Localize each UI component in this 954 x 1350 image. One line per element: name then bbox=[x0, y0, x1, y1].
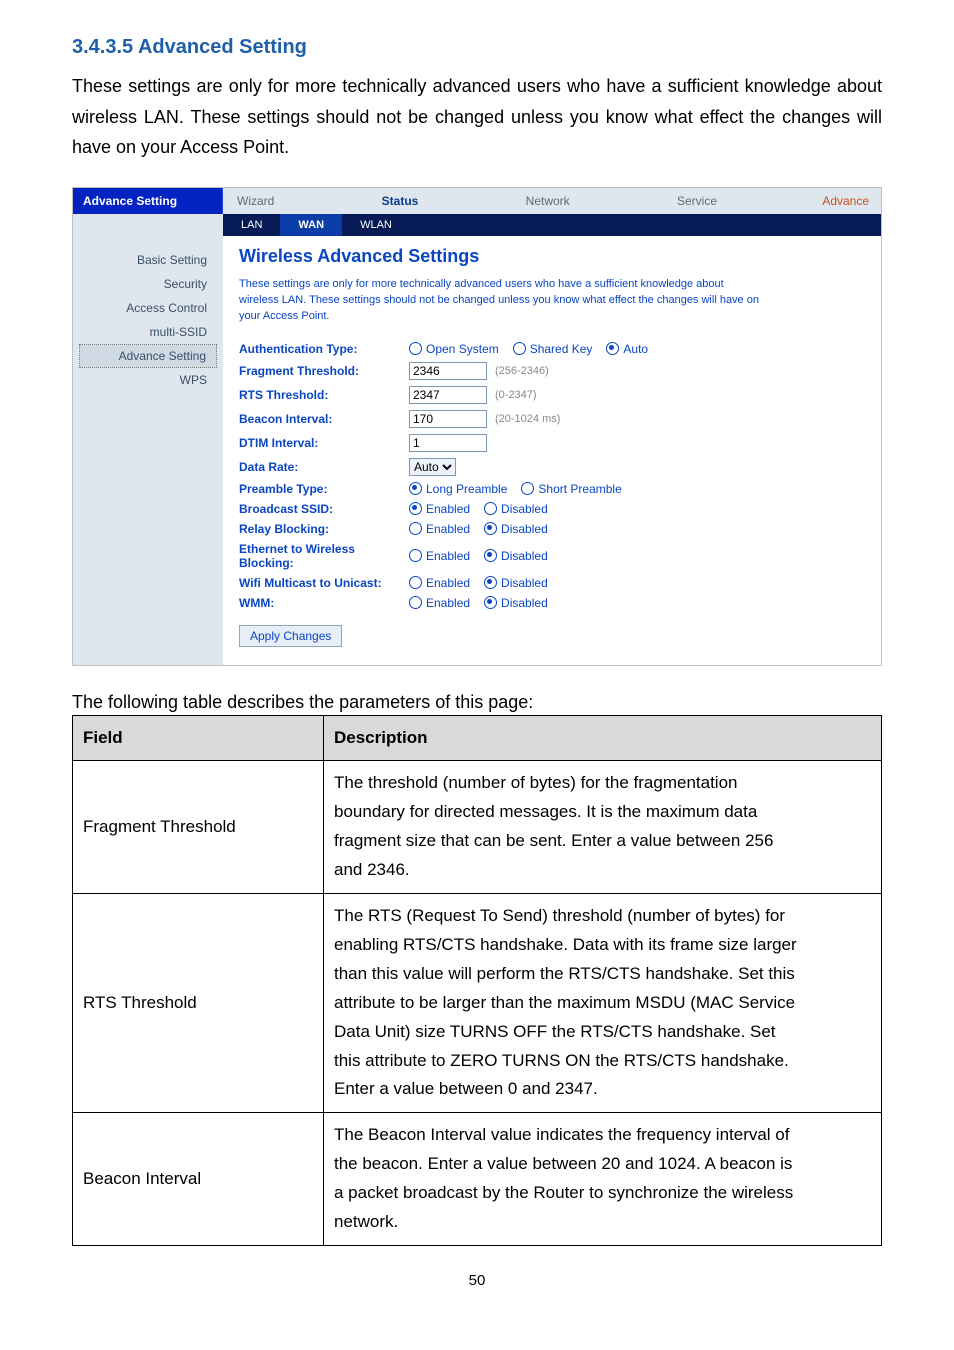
th-field: Field bbox=[73, 715, 324, 761]
sidebar-item-multissid[interactable]: multi-SSID bbox=[73, 320, 223, 344]
input-rts[interactable] bbox=[409, 386, 487, 404]
wmm-disabled[interactable]: Disabled bbox=[484, 596, 548, 610]
sidebar-item-basic[interactable]: Basic Setting bbox=[73, 248, 223, 272]
wmm-enabled[interactable]: Enabled bbox=[409, 596, 470, 610]
label-beacon: Beacon Interval: bbox=[239, 412, 409, 426]
nav-advance[interactable]: Advance bbox=[810, 188, 881, 214]
th-desc: Description bbox=[324, 715, 882, 761]
preamble-long[interactable]: Long Preamble bbox=[409, 482, 507, 496]
panel-title: Advance Setting bbox=[73, 188, 223, 214]
hint-rts: (0-2347) bbox=[495, 389, 537, 401]
nav-wizard[interactable]: Wizard bbox=[223, 188, 288, 214]
param-table: Field Description Fragment Threshold The… bbox=[72, 715, 882, 1246]
sidebar-item-access[interactable]: Access Control bbox=[73, 296, 223, 320]
label-frag: Fragment Threshold: bbox=[239, 364, 409, 378]
label-wifimc: Wifi Multicast to Unicast: bbox=[239, 576, 409, 590]
section-number: 3.4.3.5 Advanced Setting bbox=[72, 36, 882, 59]
table-row: Beacon Interval The Beacon Interval valu… bbox=[73, 1113, 882, 1246]
nav-status[interactable]: Status bbox=[368, 188, 433, 214]
tab-lan[interactable]: LAN bbox=[223, 214, 280, 236]
label-relay: Relay Blocking: bbox=[239, 522, 409, 536]
preamble-short[interactable]: Short Preamble bbox=[521, 482, 621, 496]
auth-auto[interactable]: Auto bbox=[606, 342, 648, 356]
apply-button[interactable]: Apply Changes bbox=[239, 625, 342, 647]
table-row: Fragment Threshold The threshold (number… bbox=[73, 761, 882, 894]
wifimc-disabled[interactable]: Disabled bbox=[484, 576, 548, 590]
auth-open[interactable]: Open System bbox=[409, 342, 499, 356]
label-eth: Ethernet to Wireless Blocking: bbox=[239, 542, 409, 570]
label-rts: RTS Threshold: bbox=[239, 388, 409, 402]
label-dtim: DTIM Interval: bbox=[239, 436, 409, 450]
relay-disabled[interactable]: Disabled bbox=[484, 522, 548, 536]
label-auth: Authentication Type: bbox=[239, 342, 409, 356]
label-wmm: WMM: bbox=[239, 596, 409, 610]
auth-shared[interactable]: Shared Key bbox=[513, 342, 593, 356]
intro-text: These settings are only for more technic… bbox=[72, 71, 882, 163]
sidebar: Basic Setting Security Access Control mu… bbox=[73, 236, 223, 665]
cell-frag-field: Fragment Threshold bbox=[73, 761, 324, 894]
sidebar-item-wps[interactable]: WPS bbox=[73, 368, 223, 392]
relay-enabled[interactable]: Enabled bbox=[409, 522, 470, 536]
sidebar-item-security[interactable]: Security bbox=[73, 272, 223, 296]
select-rate[interactable]: Auto bbox=[409, 458, 456, 476]
label-preamble: Preamble Type: bbox=[239, 482, 409, 496]
cell-frag-desc: The threshold (number of bytes) for the … bbox=[324, 761, 882, 894]
hint-beacon: (20-1024 ms) bbox=[495, 413, 560, 425]
tab-wan[interactable]: WAN bbox=[280, 214, 342, 236]
router-screenshot: Advance Setting Wizard Status Network Se… bbox=[72, 187, 882, 666]
input-frag[interactable] bbox=[409, 362, 487, 380]
input-dtim[interactable] bbox=[409, 434, 487, 452]
cell-rts-field: RTS Threshold bbox=[73, 894, 324, 1113]
eth-enabled[interactable]: Enabled bbox=[409, 549, 470, 563]
page-heading: Wireless Advanced Settings bbox=[239, 246, 865, 267]
table-row: RTS Threshold The RTS (Request To Send) … bbox=[73, 894, 882, 1113]
page-number: 50 bbox=[72, 1272, 882, 1289]
sidebar-item-advance[interactable]: Advance Setting bbox=[79, 344, 217, 368]
cell-rts-desc: The RTS (Request To Send) threshold (num… bbox=[324, 894, 882, 1113]
label-rate: Data Rate: bbox=[239, 460, 409, 474]
nav-network[interactable]: Network bbox=[512, 188, 584, 214]
table-caption: The following table describes the parame… bbox=[72, 692, 882, 713]
wifimc-enabled[interactable]: Enabled bbox=[409, 576, 470, 590]
ssid-enabled[interactable]: Enabled bbox=[409, 502, 470, 516]
ssid-disabled[interactable]: Disabled bbox=[484, 502, 548, 516]
hint-frag: (256-2346) bbox=[495, 365, 549, 377]
input-beacon[interactable] bbox=[409, 410, 487, 428]
cell-beacon-field: Beacon Interval bbox=[73, 1113, 324, 1246]
page-note: These settings are only for more technic… bbox=[239, 277, 759, 325]
nav-service[interactable]: Service bbox=[663, 188, 731, 214]
eth-disabled[interactable]: Disabled bbox=[484, 549, 548, 563]
cell-beacon-desc: The Beacon Interval value indicates the … bbox=[324, 1113, 882, 1246]
label-ssid: Broadcast SSID: bbox=[239, 502, 409, 516]
tab-wlan[interactable]: WLAN bbox=[342, 214, 410, 236]
